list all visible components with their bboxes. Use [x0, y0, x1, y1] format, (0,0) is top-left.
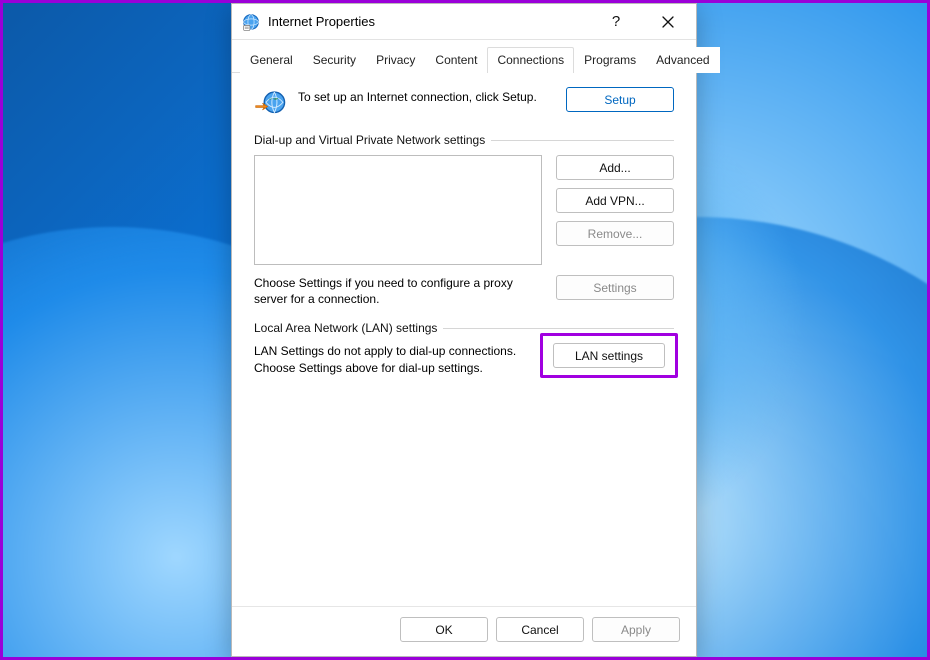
- connection-wizard-icon: [254, 87, 288, 121]
- proxy-settings-note: Choose Settings if you need to configure…: [254, 275, 542, 307]
- titlebar[interactable]: Internet Properties ?: [232, 4, 696, 40]
- internet-options-icon: [242, 13, 260, 31]
- tab-programs[interactable]: Programs: [574, 47, 646, 73]
- setup-row: To set up an Internet connection, click …: [254, 87, 674, 121]
- internet-properties-dialog: Internet Properties ? General Security P…: [231, 3, 697, 657]
- apply-button: Apply: [592, 617, 680, 642]
- close-button[interactable]: [646, 6, 690, 38]
- help-button[interactable]: ?: [594, 6, 638, 38]
- setup-instruction: To set up an Internet connection, click …: [298, 87, 556, 105]
- setup-button[interactable]: Setup: [566, 87, 674, 112]
- connection-settings-button: Settings: [556, 275, 674, 300]
- remove-button: Remove...: [556, 221, 674, 246]
- add-button[interactable]: Add...: [556, 155, 674, 180]
- window-title: Internet Properties: [268, 14, 586, 29]
- tab-connections[interactable]: Connections: [487, 47, 574, 73]
- add-vpn-button[interactable]: Add VPN...: [556, 188, 674, 213]
- lan-settings-button[interactable]: LAN settings: [553, 343, 665, 368]
- tab-general[interactable]: General: [240, 47, 303, 73]
- lan-group: Local Area Network (LAN) settings LAN Se…: [254, 321, 674, 375]
- connections-panel: To set up an Internet connection, click …: [232, 73, 696, 606]
- tab-content[interactable]: Content: [425, 47, 487, 73]
- connections-listbox[interactable]: [254, 155, 542, 265]
- tab-privacy[interactable]: Privacy: [366, 47, 425, 73]
- lan-note: LAN Settings do not apply to dial-up con…: [254, 343, 526, 375]
- ok-button[interactable]: OK: [400, 617, 488, 642]
- cancel-button[interactable]: Cancel: [496, 617, 584, 642]
- lan-legend: Local Area Network (LAN) settings: [254, 321, 437, 335]
- dialog-footer: OK Cancel Apply: [232, 606, 696, 656]
- desktop-background: Internet Properties ? General Security P…: [0, 0, 930, 660]
- dialup-vpn-legend: Dial-up and Virtual Private Network sett…: [254, 133, 485, 147]
- tab-advanced[interactable]: Advanced: [646, 47, 719, 73]
- annotation-highlight: LAN settings: [540, 333, 678, 378]
- tab-security[interactable]: Security: [303, 47, 366, 73]
- tabstrip: General Security Privacy Content Connect…: [232, 40, 696, 73]
- dialup-vpn-group: Dial-up and Virtual Private Network sett…: [254, 133, 674, 307]
